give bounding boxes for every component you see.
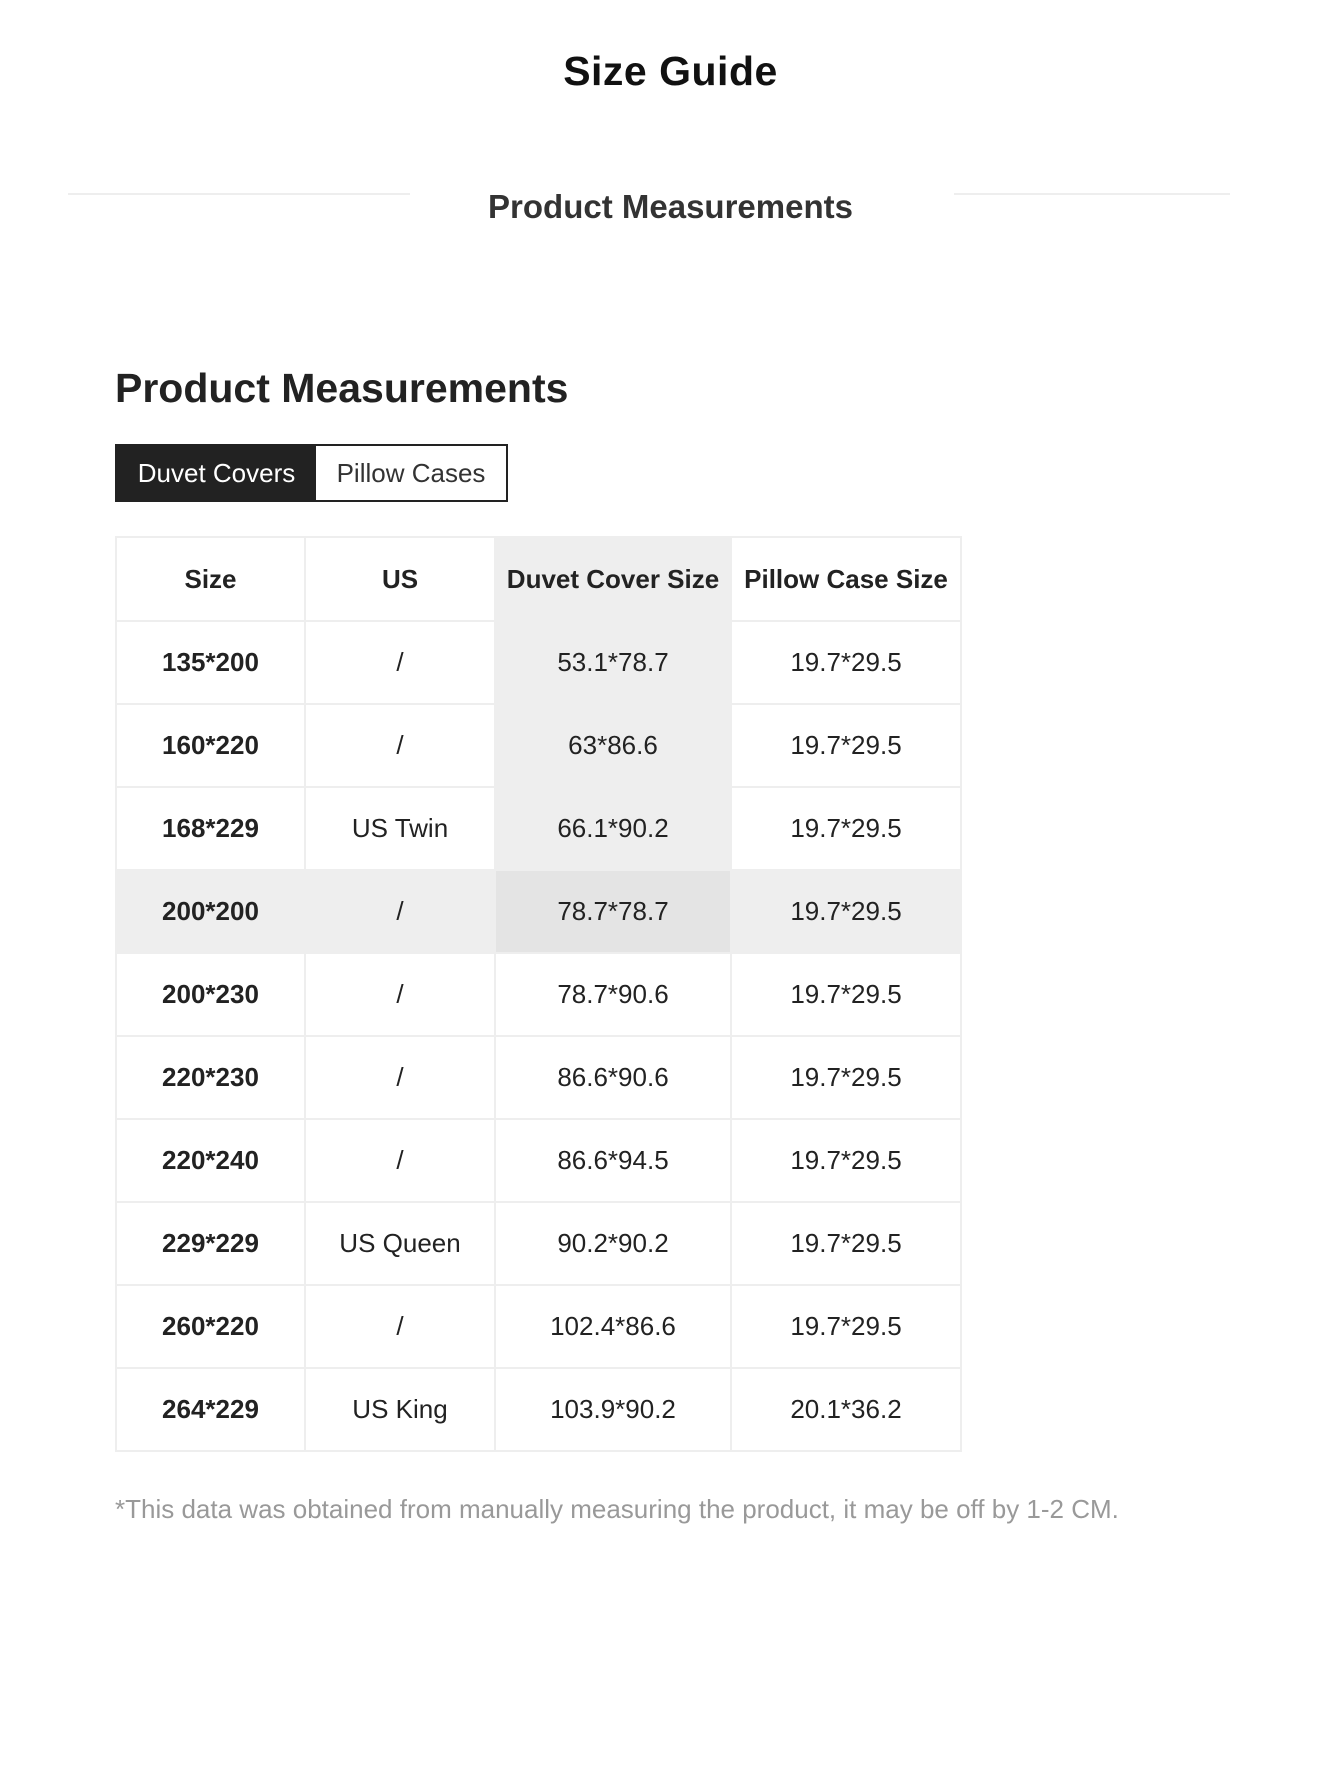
- cell-us: US King: [304, 1367, 496, 1452]
- tab-duvet-covers[interactable]: Duvet Covers: [117, 446, 316, 500]
- cell-size: 200*230: [115, 952, 306, 1037]
- table-row: 220*230 / 86.6*90.6 19.7*29.5: [115, 1035, 962, 1120]
- cell-duvet-cover-size: 63*86.6: [494, 703, 732, 788]
- table-row: 260*220 / 102.4*86.6 19.7*29.5: [115, 1284, 962, 1369]
- cell-us: US Queen: [304, 1201, 496, 1286]
- cell-us: /: [304, 869, 496, 954]
- cell-size: 160*220: [115, 703, 306, 788]
- cell-size: 220*240: [115, 1118, 306, 1203]
- size-table: Size US Duvet Cover Size Pillow Case Siz…: [115, 536, 962, 1452]
- table-row: 160*220 / 63*86.6 19.7*29.5: [115, 703, 962, 788]
- cell-duvet-cover-size: 86.6*94.5: [494, 1118, 732, 1203]
- cell-pillow-case-size: 19.7*29.5: [730, 1284, 962, 1369]
- cell-size: 260*220: [115, 1284, 306, 1369]
- cell-us: /: [304, 952, 496, 1037]
- cell-duvet-cover-size: 66.1*90.2: [494, 786, 732, 871]
- cell-pillow-case-size: 19.7*29.5: [730, 786, 962, 871]
- table-row: 135*200 / 53.1*78.7 19.7*29.5: [115, 620, 962, 705]
- cell-us: /: [304, 1118, 496, 1203]
- table-header-row: Size US Duvet Cover Size Pillow Case Siz…: [115, 536, 962, 622]
- cell-size: 264*229: [115, 1367, 306, 1452]
- cell-size: 168*229: [115, 786, 306, 871]
- cell-duvet-cover-size: 78.7*90.6: [494, 952, 732, 1037]
- cell-pillow-case-size: 19.7*29.5: [730, 1201, 962, 1286]
- header-size: Size: [115, 536, 306, 622]
- cell-duvet-cover-size: 78.7*78.7: [494, 869, 732, 954]
- cell-us: /: [304, 620, 496, 705]
- header-duvet-cover-size: Duvet Cover Size: [494, 536, 732, 622]
- cell-pillow-case-size: 19.7*29.5: [730, 620, 962, 705]
- page-title: Size Guide: [563, 48, 778, 94]
- cell-size: 135*200: [115, 620, 306, 705]
- measurements-heading: Product Measurements: [115, 365, 569, 411]
- cell-us: /: [304, 1284, 496, 1369]
- measurement-footnote: *This data was obtained from manually me…: [115, 1494, 1119, 1524]
- cell-pillow-case-size: 19.7*29.5: [730, 1035, 962, 1120]
- tab-pillow-cases[interactable]: Pillow Cases: [316, 446, 506, 500]
- cell-us: /: [304, 703, 496, 788]
- cell-duvet-cover-size: 102.4*86.6: [494, 1284, 732, 1369]
- cell-pillow-case-size: 19.7*29.5: [730, 869, 962, 954]
- header-pillow-case-size: Pillow Case Size: [730, 536, 962, 622]
- cell-duvet-cover-size: 103.9*90.2: [494, 1367, 732, 1452]
- cell-duvet-cover-size: 53.1*78.7: [494, 620, 732, 705]
- table-row: 264*229 US King 103.9*90.2 20.1*36.2: [115, 1367, 962, 1452]
- cell-us: US Twin: [304, 786, 496, 871]
- table-row: 220*240 / 86.6*94.5 19.7*29.5: [115, 1118, 962, 1203]
- cell-duvet-cover-size: 90.2*90.2: [494, 1201, 732, 1286]
- cell-us: /: [304, 1035, 496, 1120]
- cell-pillow-case-size: 20.1*36.2: [730, 1367, 962, 1452]
- table-row: 200*200 / 78.7*78.7 19.7*29.5: [115, 869, 962, 954]
- product-tabs: Duvet Covers Pillow Cases: [115, 444, 508, 502]
- cell-size: 200*200: [115, 869, 306, 954]
- cell-duvet-cover-size: 86.6*90.6: [494, 1035, 732, 1120]
- table-row: 200*230 / 78.7*90.6 19.7*29.5: [115, 952, 962, 1037]
- header-us: US: [304, 536, 496, 622]
- cell-pillow-case-size: 19.7*29.5: [730, 703, 962, 788]
- cell-size: 229*229: [115, 1201, 306, 1286]
- cell-pillow-case-size: 19.7*29.5: [730, 1118, 962, 1203]
- section-subtitle: Product Measurements: [488, 188, 853, 225]
- cell-size: 220*230: [115, 1035, 306, 1120]
- table-row: 168*229 US Twin 66.1*90.2 19.7*29.5: [115, 786, 962, 871]
- cell-pillow-case-size: 19.7*29.5: [730, 952, 962, 1037]
- table-row: 229*229 US Queen 90.2*90.2 19.7*29.5: [115, 1201, 962, 1286]
